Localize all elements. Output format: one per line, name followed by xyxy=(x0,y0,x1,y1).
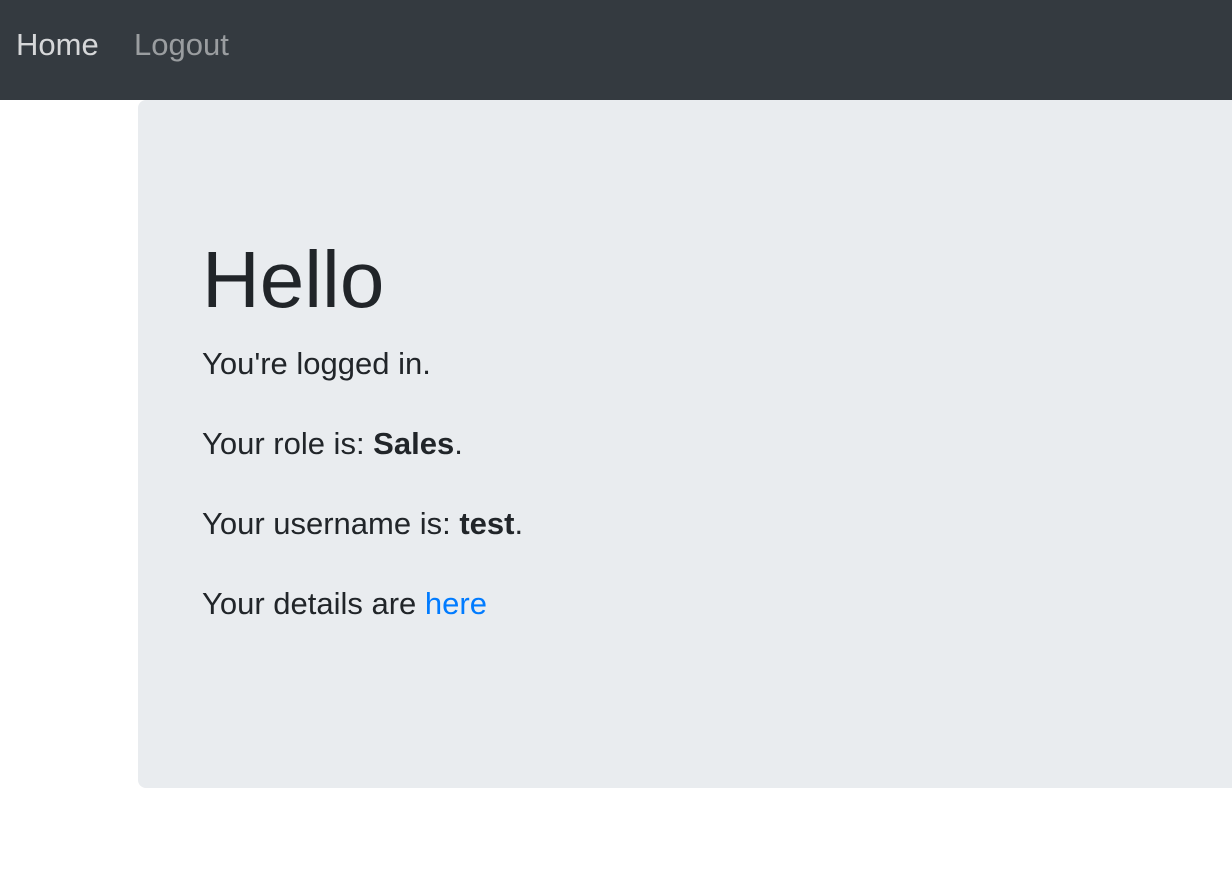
role-value: Sales xyxy=(373,426,455,461)
welcome-jumbotron: Hello You're logged in. Your role is: Sa… xyxy=(138,100,1232,788)
details-line: Your details are here xyxy=(202,584,487,624)
details-label: Your details are xyxy=(202,586,425,621)
page-title: Hello xyxy=(202,235,385,324)
username-suffix: . xyxy=(514,506,524,541)
details-link[interactable]: here xyxy=(425,586,487,621)
role-line: Your role is: Sales. xyxy=(202,424,463,464)
role-suffix: . xyxy=(454,426,463,461)
username-value: test xyxy=(459,506,515,541)
username-label: Your username is: xyxy=(202,506,460,541)
username-line: Your username is: test. xyxy=(202,504,523,544)
nav-home-link[interactable]: Home xyxy=(16,26,99,64)
logged-in-message: You're logged in. xyxy=(202,346,431,381)
nav-logout-link[interactable]: Logout xyxy=(134,26,229,64)
top-navbar: Home Logout xyxy=(0,0,1232,100)
role-label: Your role is: xyxy=(202,426,374,461)
